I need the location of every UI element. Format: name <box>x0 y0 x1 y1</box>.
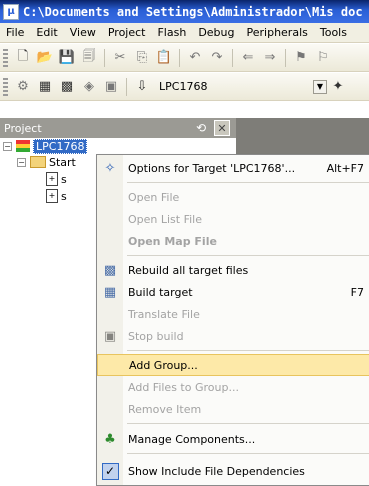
menu-project[interactable]: Project <box>102 26 152 39</box>
menu-separator <box>127 423 369 424</box>
menu-item-remove-item[interactable]: Remove Item <box>97 398 369 420</box>
target-select[interactable]: LPC1768 <box>159 80 309 93</box>
chevron-down-icon[interactable]: ▼ <box>313 79 327 94</box>
project-panel-header: Project ⟲ ✕ <box>0 118 236 138</box>
tree-file[interactable]: + s <box>46 188 67 204</box>
open-folder-icon[interactable]: 📂 <box>34 47 56 69</box>
translate-icon[interactable]: ⚙ <box>12 76 34 98</box>
rebuild-icon: ▩ <box>103 262 117 278</box>
toolbar-separator <box>179 48 180 67</box>
close-icon[interactable]: ✕ <box>214 120 230 136</box>
menu-item-translate-file[interactable]: Translate File <box>97 303 369 325</box>
window-title: C:\Documents and Settings\Administrador\… <box>23 4 363 19</box>
menu-item-show-include-deps[interactable]: ✓ Show Include File Dependencies <box>97 460 369 482</box>
save-all-icon[interactable]: 🗐 <box>78 47 100 69</box>
standard-toolbar: 🗋 📂 💾 🗐 ✂ ⎘ 📋 ↶ ↷ ⇐ ⇒ ⚑ ⚐ <box>0 44 369 72</box>
components-icon: ♣ <box>104 431 116 447</box>
tree-file-label[interactable]: s <box>61 190 67 203</box>
toolbar-grip[interactable] <box>3 48 8 67</box>
pin-icon[interactable]: ⟲ <box>194 121 208 135</box>
tree-file[interactable]: + s <box>46 171 67 187</box>
rebuild-icon[interactable]: ▩ <box>56 76 78 98</box>
toolbar-separator <box>104 48 105 67</box>
toolbar-grip[interactable] <box>3 77 8 96</box>
toolbar-separator <box>232 48 233 67</box>
redo-icon[interactable]: ↷ <box>206 47 228 69</box>
collapse-icon[interactable]: − <box>3 141 12 151</box>
menu-item-open-file[interactable]: Open File <box>97 186 369 208</box>
build-icon[interactable]: ▦ <box>34 76 56 98</box>
menu-separator <box>127 453 369 454</box>
menu-item-build-target[interactable]: ▦ Build target F7 <box>97 281 369 303</box>
check-icon: ✓ <box>101 462 119 480</box>
bookmark-icon[interactable]: ⚑ <box>290 47 312 69</box>
toolbar-separator <box>285 48 286 67</box>
project-tree: − LPC1768 − Start + s + s <box>0 138 100 486</box>
bookmark-next-icon[interactable]: ⚐ <box>312 47 334 69</box>
menu-item-add-files-to-group[interactable]: Add Files to Group... <box>97 376 369 398</box>
menu-item-open-list-file[interactable]: Open List File <box>97 208 369 230</box>
tree-file-label[interactable]: s <box>61 173 67 186</box>
menu-tools[interactable]: Tools <box>314 26 353 39</box>
tree-root-label[interactable]: LPC1768 <box>33 138 88 154</box>
tree-root[interactable]: − LPC1768 <box>3 138 88 154</box>
source-file-icon: + <box>46 189 58 203</box>
context-menu: ✧ Options for Target 'LPC1768'... Alt+F7… <box>96 154 369 486</box>
menu-file[interactable]: File <box>0 26 30 39</box>
collapse-icon[interactable]: − <box>17 157 26 167</box>
menu-flash[interactable]: Flash <box>151 26 192 39</box>
build-toolbar: ⚙ ▦ ▩ ◈ ▣ ⇩ LPC1768 ▼ ✦ <box>0 73 369 101</box>
nav-back-icon[interactable]: ⇐ <box>237 47 259 69</box>
check-icon-wrapper: ✓ <box>101 462 119 480</box>
build-icon: ▦ <box>103 284 117 300</box>
title-bar: μ C:\Documents and Settings\Administrado… <box>0 0 369 23</box>
copy-icon[interactable]: ⎘ <box>131 47 153 69</box>
stop-build-icon: ▣ <box>103 328 117 344</box>
paste-icon[interactable]: 📋 <box>153 47 175 69</box>
project-icon <box>16 140 30 152</box>
target-options-icon[interactable]: ✦ <box>327 76 349 98</box>
magic-wand-icon: ✧ <box>104 160 116 176</box>
menu-edit[interactable]: Edit <box>30 26 63 39</box>
save-icon[interactable]: 💾 <box>56 47 78 69</box>
menu-separator <box>127 255 369 256</box>
stop-build-icon[interactable]: ▣ <box>100 76 122 98</box>
menu-bar: File Edit View Project Flash Debug Perip… <box>0 23 369 43</box>
tree-group-label[interactable]: Start <box>49 156 76 169</box>
menu-separator <box>127 350 369 351</box>
menu-view[interactable]: View <box>64 26 102 39</box>
undo-icon[interactable]: ↶ <box>184 47 206 69</box>
toolbar-separator <box>126 77 127 96</box>
new-file-icon[interactable]: 🗋 <box>12 47 34 69</box>
tree-group[interactable]: − Start <box>17 154 76 170</box>
menu-item-rebuild-all[interactable]: ▩ Rebuild all target files <box>97 259 369 281</box>
source-file-icon: + <box>46 172 58 186</box>
app-icon: μ <box>3 3 19 20</box>
batch-build-icon[interactable]: ◈ <box>78 76 100 98</box>
menu-item-manage-components[interactable]: ♣ Manage Components... <box>97 428 369 450</box>
menu-item-add-group[interactable]: Add Group... <box>97 354 369 376</box>
menu-item-open-map-file[interactable]: Open Map File <box>97 230 369 252</box>
cut-icon[interactable]: ✂ <box>109 47 131 69</box>
menu-peripherals[interactable]: Peripherals <box>241 26 314 39</box>
editor-area <box>236 118 369 158</box>
menu-item-stop-build[interactable]: ▣ Stop build <box>97 325 369 347</box>
menu-debug[interactable]: Debug <box>192 26 240 39</box>
folder-icon <box>30 156 46 168</box>
menu-separator <box>127 182 369 183</box>
nav-forward-icon[interactable]: ⇒ <box>259 47 281 69</box>
download-icon[interactable]: ⇩ <box>131 76 153 98</box>
menu-item-options-for-target[interactable]: ✧ Options for Target 'LPC1768'... Alt+F7 <box>97 157 369 179</box>
project-panel-title: Project <box>4 121 42 135</box>
